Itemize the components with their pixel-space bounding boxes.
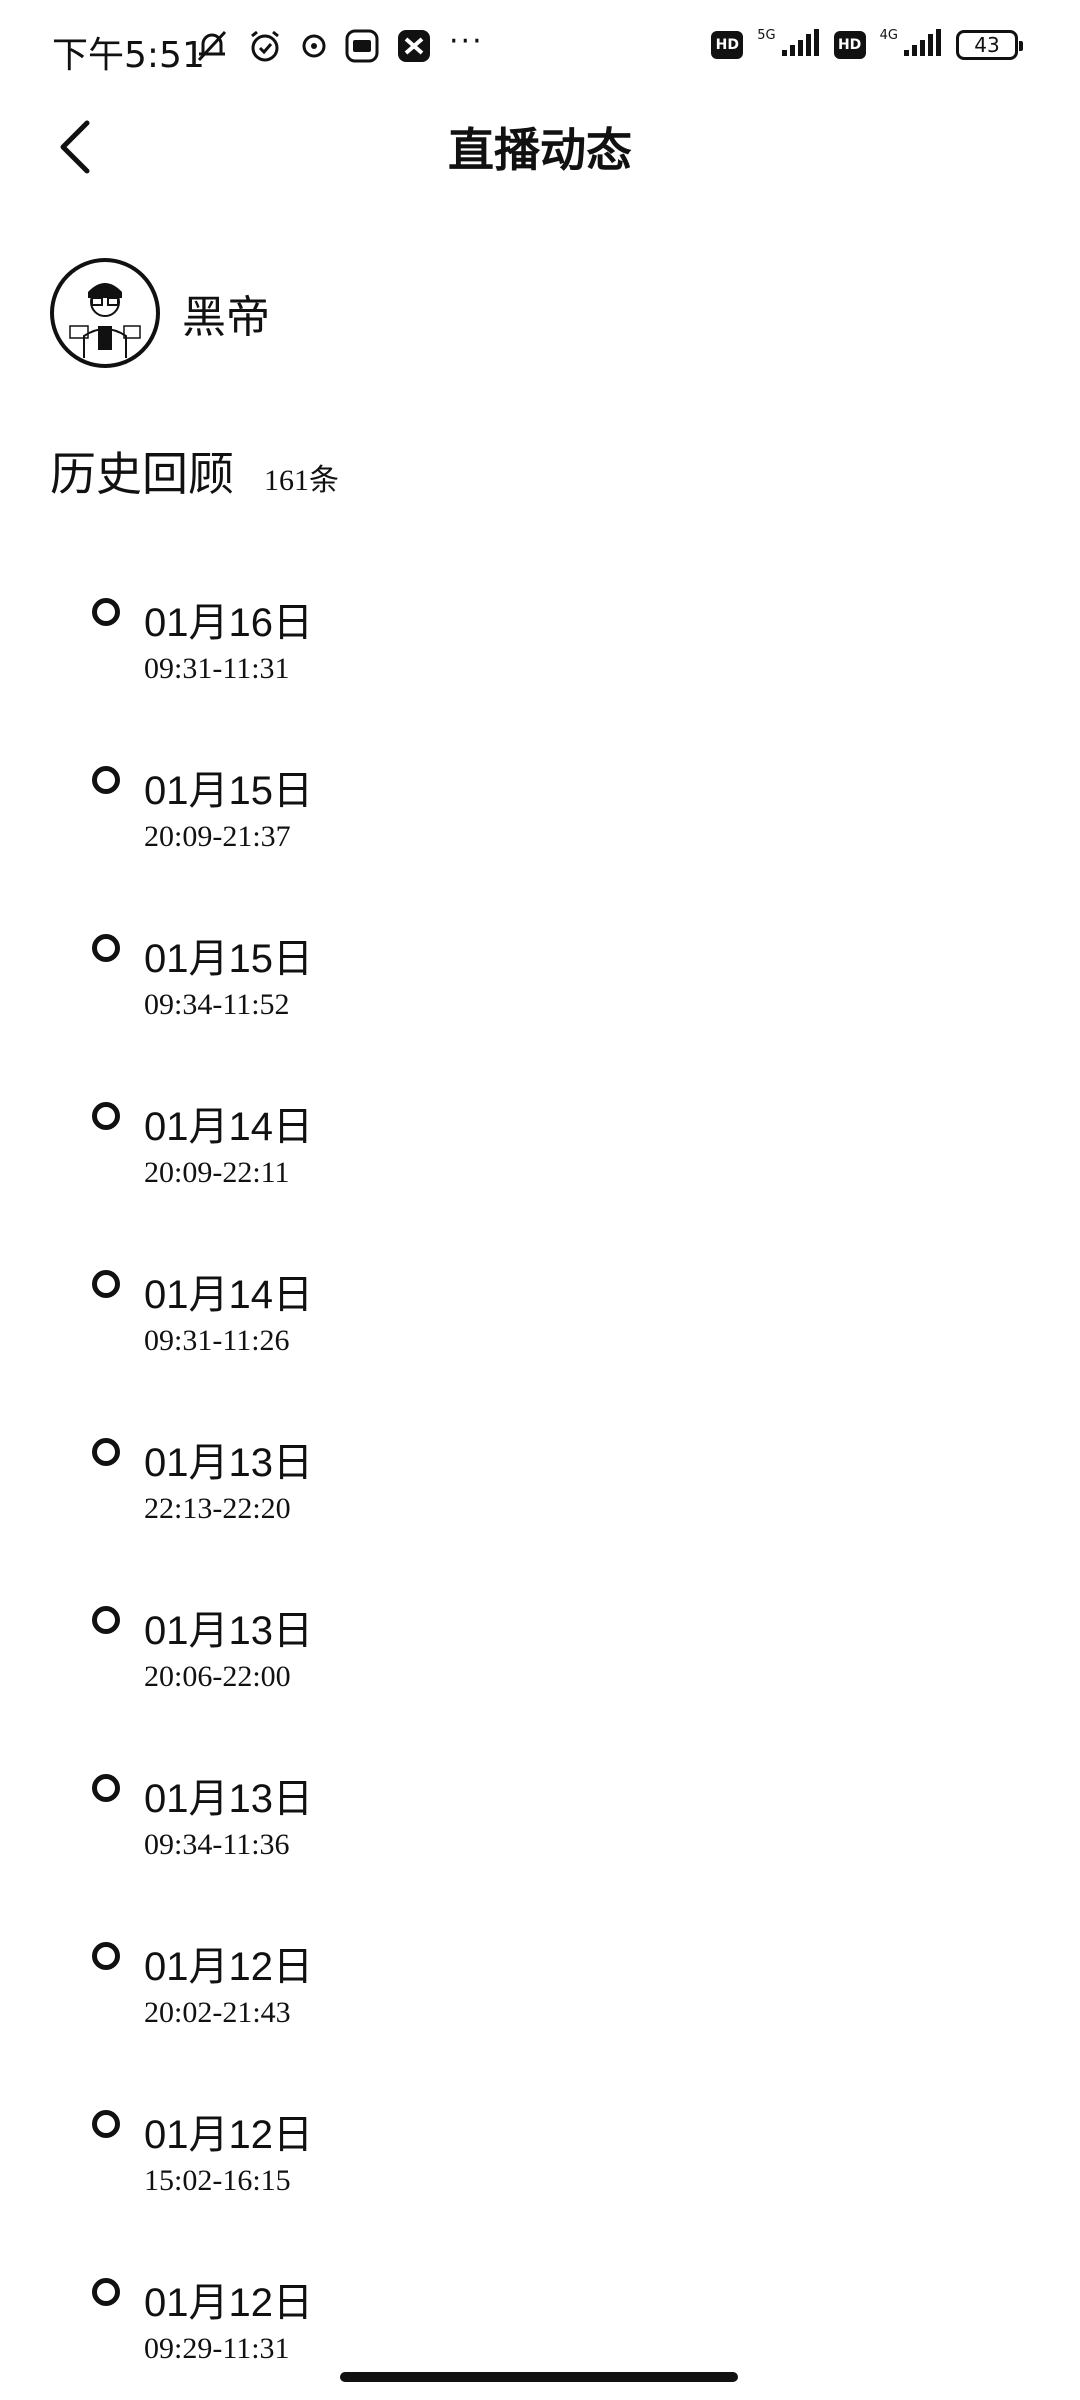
item-date: 01月12日 bbox=[144, 1945, 313, 1989]
list-item[interactable]: 01月14日 09:31-11:26 bbox=[0, 1262, 1080, 1422]
timeline-dot-icon bbox=[92, 2278, 120, 2306]
list-item[interactable]: 01月13日 22:13-22:20 bbox=[0, 1430, 1080, 1590]
network-5g-label: 5G bbox=[757, 27, 776, 43]
item-time: 15:02-16:15 bbox=[144, 2164, 291, 2197]
item-time: 09:31-11:26 bbox=[144, 1324, 290, 1357]
item-time: 22:13-22:20 bbox=[144, 1492, 291, 1525]
timeline-dot-icon bbox=[92, 1270, 120, 1298]
timeline-dot-icon bbox=[92, 2110, 120, 2138]
item-time: 20:06-22:00 bbox=[144, 1660, 291, 1693]
timeline-dot-icon bbox=[92, 766, 120, 794]
item-time: 09:31-11:31 bbox=[144, 652, 290, 685]
list-item[interactable]: 01月15日 09:34-11:52 bbox=[0, 926, 1080, 1086]
section-title: 历史回顾 bbox=[50, 447, 234, 501]
timeline-dot-icon bbox=[92, 1438, 120, 1466]
page-title: 直播动态 bbox=[448, 123, 632, 177]
item-date: 01月12日 bbox=[144, 2281, 313, 2325]
item-time: 09:34-11:36 bbox=[144, 1828, 290, 1861]
section-header: 历史回顾 161条 bbox=[50, 438, 339, 504]
list-item[interactable]: 01月14日 20:09-22:11 bbox=[0, 1094, 1080, 1254]
home-indicator[interactable] bbox=[340, 2372, 738, 2382]
hd-badge-2-icon: HD bbox=[833, 31, 866, 59]
item-date: 01月15日 bbox=[144, 937, 313, 981]
item-date: 01月12日 bbox=[144, 2113, 313, 2157]
item-date: 01月14日 bbox=[144, 1273, 313, 1317]
status-left-icons: ··· bbox=[195, 24, 484, 68]
status-bar: 下午5:51 ··· HD 5G HD 4G 43 bbox=[0, 0, 1080, 96]
capcut-icon bbox=[397, 29, 431, 67]
signal-icon bbox=[780, 28, 820, 62]
item-time: 09:29-11:31 bbox=[144, 2332, 290, 2365]
signal-2-icon bbox=[902, 28, 942, 62]
app-badge-icon bbox=[345, 29, 379, 67]
list-item[interactable]: 01月15日 20:09-21:37 bbox=[0, 758, 1080, 918]
timeline-dot-icon bbox=[92, 1102, 120, 1130]
timeline-dot-icon bbox=[92, 1774, 120, 1802]
alarm-icon bbox=[247, 28, 283, 68]
mute-bell-icon bbox=[195, 28, 229, 68]
timeline-dot-icon bbox=[92, 1942, 120, 1970]
item-time: 09:34-11:52 bbox=[144, 988, 290, 1021]
item-date: 01月14日 bbox=[144, 1105, 313, 1149]
avatar[interactable] bbox=[50, 258, 160, 368]
list-item[interactable]: 01月12日 20:02-21:43 bbox=[0, 1934, 1080, 2094]
battery-level: 43 bbox=[974, 33, 1000, 57]
status-right-icons: HD 5G HD 4G 43 bbox=[711, 27, 1023, 62]
timeline-dot-icon bbox=[92, 598, 120, 626]
network-4g-label: 4G bbox=[879, 27, 898, 43]
timeline-dot-icon bbox=[92, 934, 120, 962]
app-notification-icon bbox=[301, 33, 327, 63]
status-time: 下午5:51 bbox=[52, 35, 205, 76]
item-time: 20:09-21:37 bbox=[144, 820, 291, 853]
header: 直播动态 bbox=[0, 96, 1080, 192]
item-date: 01月13日 bbox=[144, 1441, 313, 1485]
list-item[interactable]: 01月13日 09:34-11:36 bbox=[0, 1766, 1080, 1926]
item-date: 01月13日 bbox=[144, 1777, 313, 1821]
item-date: 01月13日 bbox=[144, 1609, 313, 1653]
more-notifications-icon: ··· bbox=[449, 24, 484, 59]
list-item[interactable]: 01月13日 20:06-22:00 bbox=[0, 1598, 1080, 1758]
profile-row[interactable]: 黑帝 bbox=[50, 258, 270, 368]
battery-icon: 43 bbox=[956, 30, 1023, 60]
section-count: 161条 bbox=[264, 464, 339, 497]
item-date: 01月15日 bbox=[144, 769, 313, 813]
profile-name: 黑帝 bbox=[182, 292, 270, 343]
item-date: 01月16日 bbox=[144, 601, 313, 645]
list-item[interactable]: 01月12日 15:02-16:15 bbox=[0, 2102, 1080, 2262]
item-time: 20:02-21:43 bbox=[144, 1996, 291, 2029]
hd-badge-icon: HD bbox=[711, 31, 744, 59]
avatar-illustration-icon bbox=[55, 263, 155, 363]
timeline-dot-icon bbox=[92, 1606, 120, 1634]
item-time: 20:09-22:11 bbox=[144, 1156, 290, 1189]
list-item[interactable]: 01月16日 09:31-11:31 bbox=[0, 590, 1080, 750]
